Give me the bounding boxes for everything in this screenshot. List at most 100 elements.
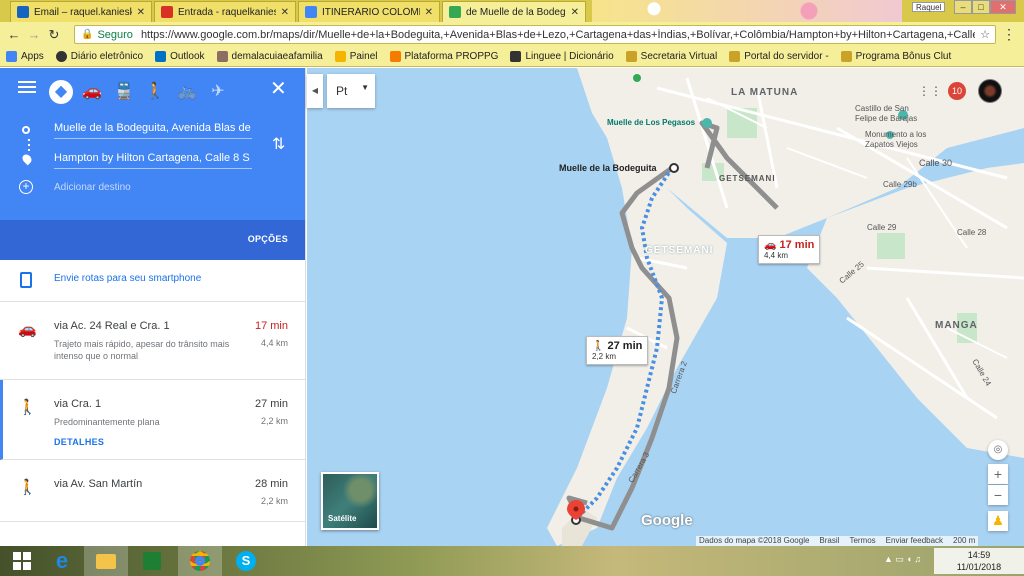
route-via: via Ac. 24 Real e Cra. 1 (54, 320, 170, 332)
route-option[interactable]: 🚶 via Av. San Martín 28 min 2,2 km (0, 460, 305, 522)
skype-button[interactable]: S (224, 546, 268, 576)
minimize-button[interactable]: – (954, 0, 972, 14)
bookmark-linguee[interactable]: Linguee | Dicionário (510, 51, 614, 62)
satellite-label: Satélite (328, 514, 357, 523)
map-canvas[interactable]: LA MATUNA Castillo de San Felipe de Bara… (307, 68, 1024, 546)
bookmark-demalacuia[interactable]: demalacuiaeafamilia (216, 51, 323, 62)
tab-strip: Email – raquel.kanieski@ ✕ Entrada - raq… (0, 0, 1024, 22)
language-select[interactable]: Pt ▼ (327, 74, 375, 108)
theme-decoration (592, 0, 902, 22)
lock-icon: 🔒 (81, 29, 94, 40)
poi-label: Muelle de Los Pegasos (607, 118, 696, 127)
skype-icon: S (236, 551, 256, 571)
tab-title: Email – raquel.kanieski@ (34, 6, 132, 18)
windows-icon (13, 552, 31, 570)
swap-icon[interactable]: ⇅ (272, 134, 285, 154)
walk-mode-icon[interactable]: 🚶 (143, 80, 167, 104)
route-time: 17 min (254, 320, 288, 332)
walk-time-bubble[interactable]: 🚶 27 min 2,2 km (586, 336, 649, 365)
pegman-icon[interactable]: ♟ (988, 511, 1008, 531)
apps-grid-icon[interactable]: ⋮⋮ (918, 84, 942, 98)
options-button[interactable]: OPÇÕES (248, 234, 288, 244)
neighborhood-label: GETSEMANI (645, 245, 714, 256)
send-to-phone[interactable]: Envie rotas para seu smartphone (0, 260, 305, 302)
bike-mode-icon[interactable]: 🚲 (175, 80, 199, 104)
back-icon[interactable]: ← (4, 27, 24, 42)
tab-gmail[interactable]: Entrada - raquelkanieski ✕ (154, 1, 296, 22)
explorer-button[interactable] (84, 546, 128, 576)
walk-icon: 🚶 (18, 479, 37, 496)
bookmark-outlook[interactable]: Outlook (155, 51, 205, 62)
profile-button[interactable]: Raquel (912, 2, 946, 12)
my-location-icon[interactable]: ◎ (988, 440, 1008, 460)
collapse-panel-button[interactable]: ◀ (307, 74, 323, 108)
close-icon[interactable]: ✕ (137, 7, 145, 18)
details-link[interactable]: DETALHES (54, 437, 104, 447)
car-mode-icon[interactable]: 🚗 (80, 80, 104, 104)
map-footer: Dados do mapa ©2018 Google Brasil Termos… (696, 536, 979, 546)
bookmark-apps[interactable]: Apps (6, 51, 44, 62)
bookmark-painel[interactable]: Painel (334, 51, 378, 62)
tab-email[interactable]: Email – raquel.kanieski@ ✕ (10, 1, 152, 22)
ie-button[interactable]: e (40, 546, 84, 576)
poi-label: Muelle de la Bodeguita (559, 163, 657, 173)
destination-input[interactable]: Hampton by Hilton Cartagena, Calle 8 S (54, 152, 252, 169)
tray-icons[interactable]: ▲ ▭ ◖ ♫ (884, 554, 921, 565)
bookmark-secretaria[interactable]: Secretaria Virtual (625, 51, 717, 62)
neighborhood-label: MANGA (935, 320, 978, 331)
store-button[interactable] (130, 546, 174, 576)
map-data-credit: Dados do mapa ©2018 Google (699, 536, 810, 545)
route-description: Predominantemente plana (54, 417, 160, 427)
zoom-in-button[interactable]: + (988, 464, 1008, 484)
system-clock[interactable]: 14:59 11/01/2018 (934, 548, 1024, 574)
tab-itinerario[interactable]: ITINERÁRIO COLÔMBIA ✕ (298, 1, 440, 22)
close-icon[interactable]: ✕ (425, 7, 433, 18)
star-icon[interactable]: ☆ (975, 28, 995, 41)
zoom-out-button[interactable]: − (988, 485, 1008, 505)
flight-mode-icon[interactable]: ✈ (206, 80, 230, 104)
route-option[interactable]: 🚶 via Cra. 1 Predominantemente plana 27 … (0, 380, 305, 460)
close-icon[interactable]: ✕ (571, 7, 579, 18)
satellite-toggle[interactable]: Satélite (321, 472, 379, 530)
omnibox[interactable]: 🔒 Seguro https://www.google.com.br/maps/… (74, 25, 996, 44)
account-avatar[interactable] (978, 79, 1002, 103)
origin-input[interactable]: Muelle de la Bodeguita, Avenida Blas de … (54, 122, 252, 139)
reload-icon[interactable]: ↻ (44, 27, 64, 43)
feedback-link[interactable]: Enviar feedback (886, 536, 943, 546)
bookmark-bonus[interactable]: Programa Bônus Clut (840, 51, 951, 62)
route-description: Trajeto mais rápido, apesar do trânsito … (54, 339, 230, 361)
start-button[interactable] (0, 546, 44, 576)
bookmark-portal[interactable]: Portal do servidor - (729, 51, 829, 62)
bookmark-proppg[interactable]: Plataforma PROPPG (389, 51, 498, 62)
chevron-down-icon: ▼ (361, 83, 369, 92)
close-window-button[interactable]: ✕ (990, 0, 1016, 14)
close-icon[interactable]: ✕ (281, 7, 289, 18)
origin-marker (669, 163, 679, 173)
add-icon: + (19, 180, 33, 194)
route-via: via Cra. 1 (54, 398, 102, 410)
page-icon (729, 51, 741, 62)
ie-icon: e (55, 548, 69, 573)
terms-link[interactable]: Termos (849, 536, 875, 546)
clock-date: 11/01/2018 (956, 562, 1002, 572)
tab-title: de Muelle de la Bodeguita (466, 6, 566, 18)
car-time-bubble[interactable]: 🚗 17 min 4,4 km (758, 235, 821, 264)
region-link[interactable]: Brasil (819, 536, 839, 546)
close-icon[interactable]: ✕ (270, 76, 287, 101)
neighborhood-label: GETSEMANI (719, 174, 776, 183)
forward-icon[interactable]: → (24, 27, 44, 42)
route-time: 28 min (254, 478, 288, 490)
car-icon: 🚗 (18, 321, 37, 338)
tab-maps[interactable]: de Muelle de la Bodeguita ✕ (442, 1, 586, 22)
best-route-icon[interactable]: ◆ (49, 80, 73, 104)
tab-title: Entrada - raquelkanieski (178, 6, 276, 18)
menu-icon[interactable]: ⋮ (1002, 26, 1016, 43)
route-option[interactable]: 🚗 via Ac. 24 Real e Cra. 1 Trajeto mais … (0, 302, 305, 380)
route-time: 27 min (254, 398, 288, 410)
transit-mode-icon[interactable]: 🚆 (112, 80, 136, 104)
url-text[interactable]: https://www.google.com.br/maps/dir/Muell… (141, 29, 975, 41)
notifications-badge[interactable]: 10 (948, 82, 966, 100)
bookmark-diario[interactable]: Diário eletrônico (55, 51, 143, 62)
chrome-button[interactable] (178, 546, 222, 576)
maximize-button[interactable]: □ (972, 0, 990, 14)
